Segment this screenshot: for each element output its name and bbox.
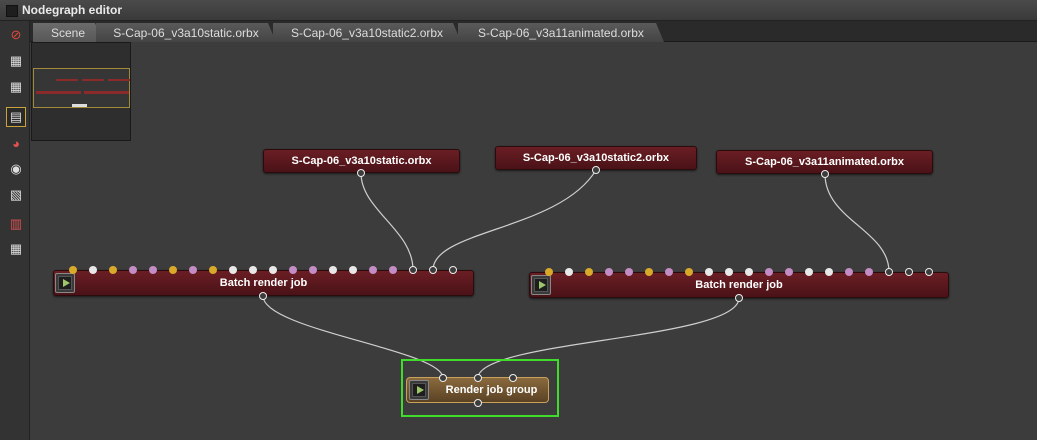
file3-output-pin[interactable] xyxy=(821,170,829,178)
batch1-input-pin[interactable] xyxy=(449,266,457,274)
group-input-pin[interactable] xyxy=(509,374,517,382)
batch2-input-pin[interactable] xyxy=(605,268,613,276)
batch1-input-pin[interactable] xyxy=(209,266,217,274)
batch1-input-pin[interactable] xyxy=(429,266,437,274)
file1-output-pin[interactable] xyxy=(357,169,365,177)
batch1-input-pin[interactable] xyxy=(289,266,297,274)
batch2-input-pin[interactable] xyxy=(665,268,673,276)
batch2-input-pin[interactable] xyxy=(725,268,733,276)
batch1-input-pin[interactable] xyxy=(189,266,197,274)
wire-file2-batch1 xyxy=(432,169,597,271)
batch2-input-pin[interactable] xyxy=(685,268,693,276)
play-button-batch2[interactable] xyxy=(531,275,551,295)
batch2-input-pin[interactable] xyxy=(845,268,853,276)
batch1-input-pin[interactable] xyxy=(389,266,397,274)
batch1-input-pin[interactable] xyxy=(89,266,97,274)
batch2-input-pin[interactable] xyxy=(625,268,633,276)
play-icon xyxy=(62,279,70,287)
play-button-group[interactable] xyxy=(409,380,429,400)
batch1-input-pin[interactable] xyxy=(129,266,137,274)
batch1-input-pin[interactable] xyxy=(409,266,417,274)
batch2-input-pin[interactable] xyxy=(705,268,713,276)
group-input-pin[interactable] xyxy=(474,374,482,382)
batch-render-label: Batch render job xyxy=(219,277,308,289)
batch2-input-pin[interactable] xyxy=(645,268,653,276)
batch2-input-pin[interactable] xyxy=(565,268,573,276)
batch2-input-pin[interactable] xyxy=(585,268,593,276)
batch2-input-pin[interactable] xyxy=(765,268,773,276)
batch2-input-pin[interactable] xyxy=(785,268,793,276)
batch1-input-pin[interactable] xyxy=(229,266,237,274)
minimap-preview xyxy=(36,79,130,107)
batch2-input-pin[interactable] xyxy=(905,268,913,276)
batch1-input-pin[interactable] xyxy=(349,266,357,274)
batch1-input-pin[interactable] xyxy=(69,266,77,274)
batch1-input-pin[interactable] xyxy=(309,266,317,274)
play-icon xyxy=(538,281,546,289)
render-job-group-label: Render job group xyxy=(445,384,538,396)
batch1-input-pin[interactable] xyxy=(169,266,177,274)
batch2-input-pin[interactable] xyxy=(865,268,873,276)
group-output-pin[interactable] xyxy=(474,399,482,407)
wire-file3-batch2 xyxy=(824,173,890,273)
batch1-input-pin[interactable] xyxy=(149,266,157,274)
batch2-input-pin[interactable] xyxy=(825,268,833,276)
batch1-input-pin[interactable] xyxy=(369,266,377,274)
batch1-output-pin[interactable] xyxy=(259,292,267,300)
batch2-input-pin[interactable] xyxy=(545,268,553,276)
batch2-input-pin[interactable] xyxy=(745,268,753,276)
batch-render-label: Batch render job xyxy=(695,279,783,291)
batch2-input-pin[interactable] xyxy=(885,268,893,276)
file2-output-pin[interactable] xyxy=(592,166,600,174)
batch1-input-pin[interactable] xyxy=(329,266,337,274)
play-icon xyxy=(416,386,424,394)
batch2-input-pin[interactable] xyxy=(805,268,813,276)
batch1-input-pin[interactable] xyxy=(269,266,277,274)
batch1-input-pin[interactable] xyxy=(109,266,117,274)
navigator-minimap[interactable] xyxy=(31,42,131,141)
batch2-input-pin[interactable] xyxy=(925,268,933,276)
wire-file1-batch1 xyxy=(360,172,414,271)
batch2-output-pin[interactable] xyxy=(735,294,743,302)
batch1-input-pin[interactable] xyxy=(249,266,257,274)
play-button-batch1[interactable] xyxy=(55,273,75,293)
group-input-pin[interactable] xyxy=(439,374,447,382)
